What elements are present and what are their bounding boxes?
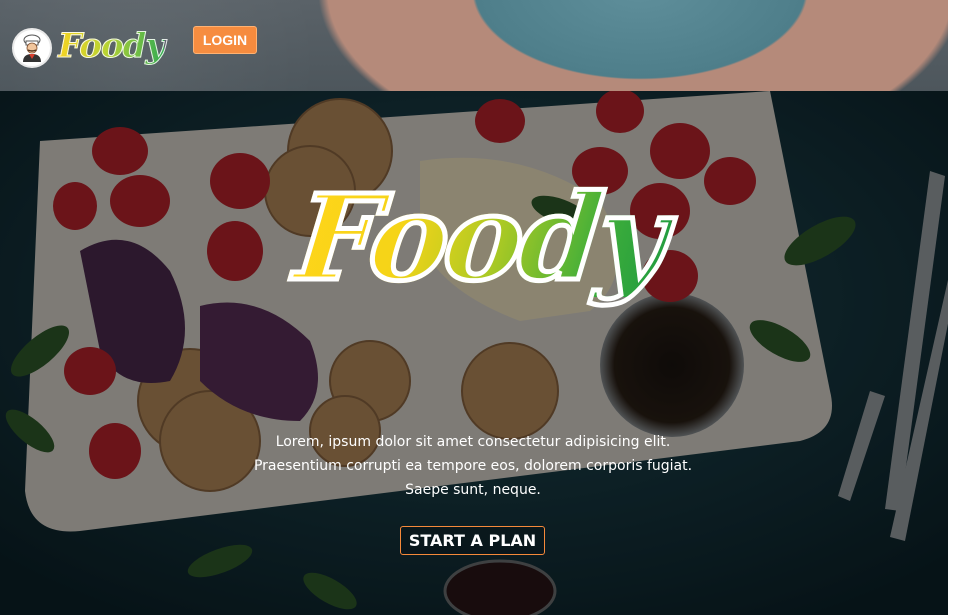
hero-description-line: Lorem, ipsum dolor sit amet consectetur … (275, 434, 671, 450)
logo-text: Foody (57, 26, 165, 67)
hero-description-line: Saepe sunt, neque. (405, 482, 541, 498)
hero-description-line: Praesentium corrupti ea tempore eos, dol… (253, 458, 693, 474)
brand-logo[interactable]: Foody (12, 26, 166, 68)
page-margin (948, 0, 958, 615)
hero-description: Lorem, ipsum dolor sit amet consectetur … (200, 430, 746, 502)
header-bar: Foody LOGIN (0, 0, 948, 91)
chef-icon (12, 28, 52, 68)
hero-section: Foody Lorem, ipsum dolor sit amet consec… (0, 91, 948, 615)
page: Foody LOGIN Foody Lorem, ipsum dolor sit… (0, 0, 958, 615)
hero-logo-title: Foody (284, 166, 676, 310)
start-plan-button[interactable]: START A PLAN (400, 526, 545, 555)
login-button[interactable]: LOGIN (193, 26, 257, 54)
